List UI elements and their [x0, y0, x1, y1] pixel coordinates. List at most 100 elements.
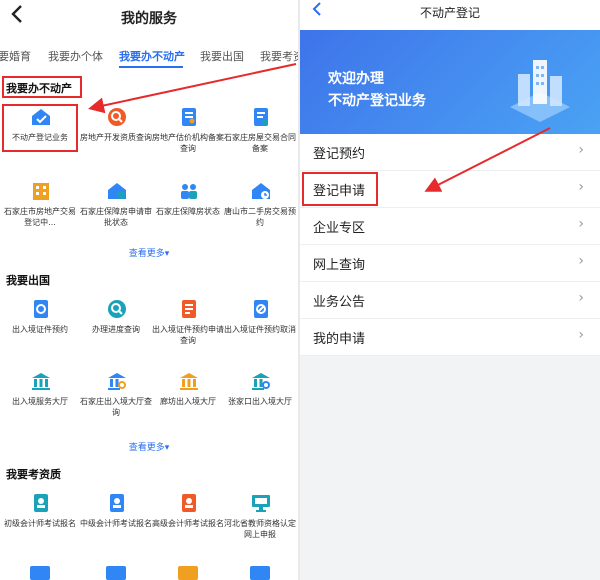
doc-person-icon: [106, 492, 126, 514]
partial-icon: [106, 566, 126, 580]
triangle-down-icon: ▾: [164, 443, 170, 453]
service-label: 张家口出入境大厅: [228, 397, 292, 406]
service-label: 石家庄保障房状态: [156, 207, 220, 216]
view-more-label: 查看更多: [128, 443, 165, 453]
welcome-banner: 欢迎办理 不动产登记业务: [300, 30, 600, 134]
service-menu-list: 登记预约 › 登记申请 › 企业专区 › 网上查询 › 业务公告 › 我的申请 …: [300, 134, 600, 356]
service-tangshan-resale-booking[interactable]: 唐山市二手房交易预约: [224, 180, 296, 228]
bank-icon: [30, 370, 50, 392]
partial-icon: [30, 566, 50, 580]
service-booking-application-query[interactable]: 出入境证件预约申请查询: [152, 298, 224, 346]
service-dev-qualification-query[interactable]: 房地产开发资质查询: [80, 106, 152, 143]
tab-exam[interactable]: 我要考资: [260, 48, 298, 64]
tab-go-abroad[interactable]: 我要出国: [200, 48, 244, 64]
chevron-right-icon: ›: [578, 179, 584, 195]
doc-icon: [178, 106, 198, 128]
doc-cancel-icon: [250, 298, 270, 320]
service-booking-cancel[interactable]: 出入境证件预约取消: [224, 298, 296, 335]
service-label: 出入境证件预约申请查询: [152, 325, 224, 345]
menu-row-enterprise-zone[interactable]: 企业专区 ›: [300, 208, 600, 245]
service-label: 石家庄出入境大厅查询: [80, 397, 152, 417]
service-langfang-exit-entry-hall[interactable]: 廊坊出入境大厅: [152, 370, 224, 407]
building-icon: [30, 180, 50, 202]
service-sjz-exit-entry-hall-query[interactable]: 石家庄出入境大厅查询: [80, 370, 152, 418]
service-label: 不动产登记业务: [12, 133, 68, 142]
page-title: 我的服务: [121, 11, 177, 27]
service-exit-entry-hall[interactable]: 出入境服务大厅: [4, 370, 76, 407]
tab-real-estate[interactable]: 我要办不动产: [119, 48, 185, 64]
doc-search-icon: [30, 298, 50, 320]
menu-row-registration-appointment[interactable]: 登记预约 ›: [300, 134, 600, 171]
service-intermediate-accountant-exam[interactable]: 中级会计师考试报名: [80, 492, 152, 529]
menu-row-label: 业务公告: [313, 295, 366, 310]
chevron-right-icon: ›: [578, 216, 584, 232]
search-icon: [106, 298, 126, 320]
service-label: 房地产开发资质查询: [80, 133, 152, 142]
house-gear-icon: [106, 180, 126, 202]
page-title: 不动产登记: [419, 6, 480, 20]
house-clock-icon: [250, 180, 270, 202]
service-label: 高级会计师考试报名: [152, 519, 224, 528]
service-progress-query[interactable]: 办理进度查询: [80, 298, 152, 335]
service-label: 石家庄保障房申请审批状态: [80, 207, 152, 227]
service-exit-entry-booking[interactable]: 出入境证件预约: [4, 298, 76, 335]
tab-individual-business[interactable]: 我要办个体: [48, 48, 103, 64]
people-icon: [178, 180, 198, 202]
service-label: 石家庄房屋交易合同备案: [224, 133, 296, 153]
active-tab-indicator: [119, 66, 183, 68]
service-label: 中级会计师考试报名: [80, 519, 152, 528]
service-label: 出入境证件预约: [12, 325, 68, 334]
view-more-real-estate[interactable]: 查看更多▾: [0, 246, 298, 259]
service-label: 河北省教师资格认定网上申报: [224, 519, 296, 539]
bank-search-icon: [106, 370, 126, 392]
category-tabs: 要婚育 我要办个体 我要办不动产 我要出国 我要考资: [0, 44, 298, 70]
service-senior-accountant-exam[interactable]: 高级会计师考试报名: [152, 492, 224, 529]
chevron-right-icon: ›: [578, 142, 584, 158]
right-header: 不动产登记: [300, 0, 600, 30]
service-zhangjiakou-exit-entry-hall[interactable]: 张家口出入境大厅: [224, 370, 296, 407]
doc-icon: [178, 298, 198, 320]
service-label: 初级会计师考试报名: [4, 519, 76, 528]
service-sjz-affordable-housing-status[interactable]: 石家庄保障房状态: [152, 180, 224, 217]
menu-row-business-notice[interactable]: 业务公告 ›: [300, 282, 600, 319]
service-junior-accountant-exam[interactable]: 初级会计师考试报名: [4, 492, 76, 529]
chevron-right-icon: ›: [578, 327, 584, 343]
service-sjz-contract-filing[interactable]: 石家庄房屋交易合同备案: [224, 106, 296, 154]
section-title-go-abroad: 我要出国: [6, 274, 50, 287]
service-sjz-affordable-housing-approval[interactable]: 石家庄保障房申请审批状态: [80, 180, 152, 228]
service-label: 出入境服务大厅: [12, 397, 68, 406]
service-label: 办理进度查询: [92, 325, 140, 334]
house-check-icon: [30, 106, 50, 128]
service-label: 廊坊出入境大厅: [160, 397, 216, 406]
service-label: 唐山市二手房交易预约: [224, 207, 296, 227]
banner-line-1: 欢迎办理: [328, 71, 384, 87]
monitor-icon: [250, 492, 270, 514]
banner-line-2: 不动产登记业务: [328, 93, 426, 109]
menu-row-my-applications[interactable]: 我的申请 ›: [300, 319, 600, 356]
my-services-panel: 我的服务 要婚育 我要办个体 我要办不动产 我要出国 我要考资 我要办不动产 不…: [0, 0, 298, 580]
menu-row-label: 登记预约: [313, 147, 366, 162]
service-real-estate-registration[interactable]: 不动产登记业务: [4, 106, 76, 143]
bank-icon: [178, 370, 198, 392]
chevron-right-icon: ›: [578, 253, 584, 269]
tab-marriage[interactable]: 要婚育: [0, 48, 31, 64]
menu-row-online-query[interactable]: 网上查询 ›: [300, 245, 600, 282]
doc-person-icon: [178, 492, 198, 514]
view-more-label: 查看更多: [128, 249, 165, 259]
left-header: 我的服务: [0, 0, 298, 38]
service-appraisal-filing-query[interactable]: 房地产估价机构备案查询: [152, 106, 224, 154]
service-hebei-teacher-qualification[interactable]: 河北省教师资格认定网上申报: [224, 492, 296, 540]
view-more-go-abroad[interactable]: 查看更多▾: [0, 440, 298, 453]
section-title-real-estate: 我要办不动产: [6, 82, 72, 95]
contract-icon: [250, 106, 270, 128]
partial-icon: [178, 566, 198, 580]
service-label: 石家庄市房地产交易登记中...: [4, 207, 76, 227]
menu-row-label: 网上查询: [313, 258, 366, 273]
real-estate-registration-panel: 不动产登记 欢迎办理 不动产登记业务 登记预约 › 登记申请 › 企业专区 › …: [300, 0, 600, 580]
triangle-down-icon: ▾: [164, 249, 170, 259]
partial-icon: [250, 566, 270, 580]
service-label: 房地产估价机构备案查询: [152, 133, 224, 153]
highlight-box-registration-application: [302, 172, 378, 206]
menu-row-label: 我的申请: [313, 332, 366, 347]
service-sjz-transaction-registration[interactable]: 石家庄市房地产交易登记中...: [4, 180, 76, 228]
